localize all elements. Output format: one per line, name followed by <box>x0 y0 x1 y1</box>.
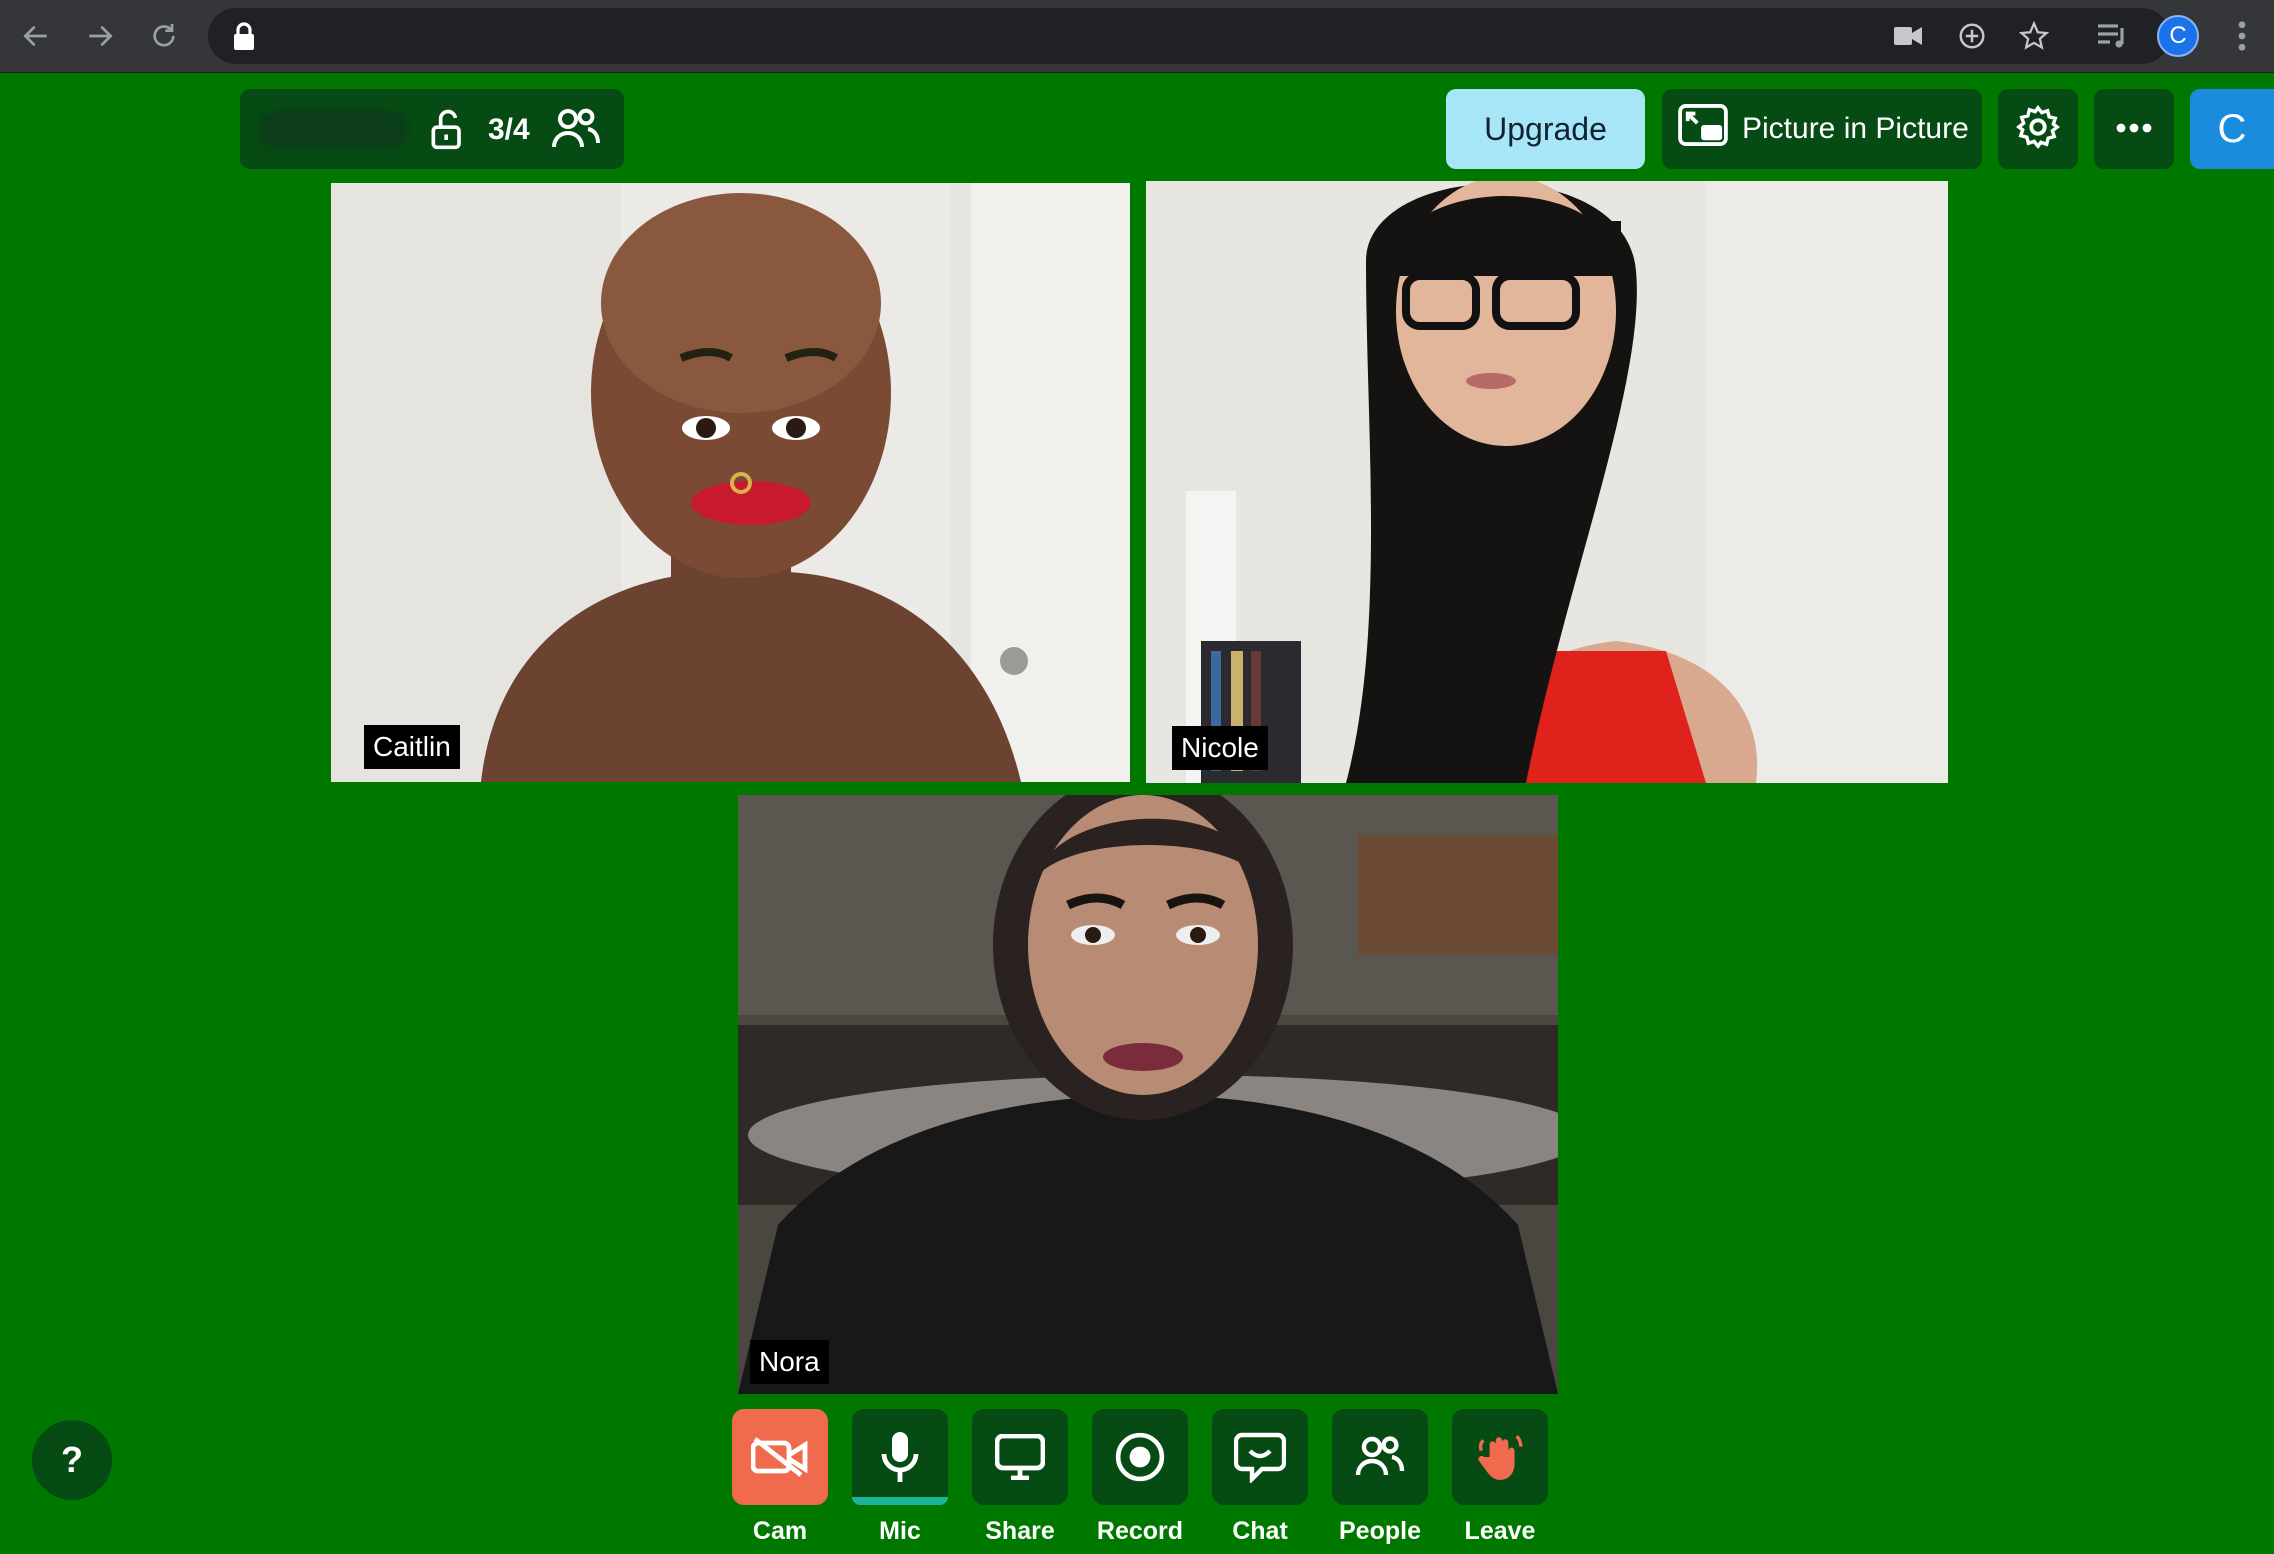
media-icon[interactable] <box>2088 12 2136 60</box>
more-options-button[interactable] <box>2094 89 2174 169</box>
video-tile-nora[interactable]: Nora <box>738 795 1558 1394</box>
address-bar[interactable] <box>208 8 2170 64</box>
cam-control[interactable]: Cam <box>732 1409 828 1546</box>
leave-button[interactable] <box>1452 1409 1548 1505</box>
pip-label: Picture in Picture <box>1742 112 1969 145</box>
video-feed <box>738 795 1558 1394</box>
cam-label: Cam <box>752 1517 808 1545</box>
gear-icon <box>2015 104 2061 155</box>
participant-name: Nicole <box>1172 726 1268 770</box>
record-control[interactable]: Record <box>1092 1409 1188 1546</box>
upgrade-button[interactable]: Upgrade <box>1446 89 1645 169</box>
people-label: People <box>1339 1517 1421 1545</box>
mic-icon <box>881 1432 919 1482</box>
chat-control[interactable]: Chat <box>1212 1409 1308 1546</box>
people-icon <box>1355 1436 1405 1476</box>
user-avatar-button[interactable]: C <box>2190 89 2274 169</box>
more-icon <box>2116 120 2152 138</box>
lock-icon <box>232 22 256 55</box>
pip-icon <box>1678 104 1728 154</box>
picture-in-picture-button[interactable]: Picture in Picture <box>1662 89 1982 169</box>
reload-icon[interactable] <box>140 12 188 60</box>
leave-control[interactable]: Leave <box>1452 1409 1548 1546</box>
room-info[interactable]: 3/4 <box>240 89 624 169</box>
video-tile-nicole[interactable]: Nicole <box>1146 181 1948 783</box>
video-tile-caitlin[interactable]: Caitlin <box>331 183 1130 782</box>
share-control[interactable]: Share <box>972 1409 1068 1546</box>
mic-label: Mic <box>879 1517 921 1545</box>
cam-button[interactable] <box>732 1409 828 1505</box>
chat-icon <box>1234 1432 1286 1483</box>
help-button[interactable]: ? <box>32 1420 112 1500</box>
back-icon[interactable] <box>12 12 60 60</box>
record-icon <box>1115 1432 1165 1482</box>
video-feed <box>331 183 1130 782</box>
leave-label: Leave <box>1464 1517 1536 1545</box>
chat-label: Chat <box>1232 1517 1288 1545</box>
share-button[interactable] <box>972 1409 1068 1505</box>
screen-share-icon <box>995 1434 1045 1480</box>
chat-button[interactable] <box>1212 1409 1308 1505</box>
participant-count: 3/4 <box>488 113 530 146</box>
browser-toolbar: C <box>0 0 2274 73</box>
record-label: Record <box>1096 1517 1184 1545</box>
camera-icon[interactable] <box>1888 20 1928 52</box>
mic-level-bar <box>852 1497 948 1505</box>
people-control[interactable]: People <box>1332 1409 1428 1546</box>
camera-off-icon <box>751 1437 808 1477</box>
people-icon <box>550 105 602 158</box>
menu-icon[interactable] <box>2218 12 2266 60</box>
mic-button[interactable] <box>852 1409 948 1505</box>
room-name-redacted <box>258 111 408 147</box>
share-label: Share <box>985 1517 1055 1545</box>
video-feed <box>1146 181 1948 783</box>
people-button[interactable] <box>1332 1409 1428 1505</box>
profile-avatar[interactable]: C <box>2154 12 2202 60</box>
mic-control[interactable]: Mic <box>852 1409 948 1546</box>
unlocked-icon[interactable] <box>426 107 470 156</box>
participant-name: Caitlin <box>364 725 460 769</box>
star-icon[interactable] <box>2014 20 2054 52</box>
record-button[interactable] <box>1092 1409 1188 1505</box>
forward-icon[interactable] <box>76 12 124 60</box>
wave-hand-icon <box>1478 1434 1523 1480</box>
zoom-icon[interactable] <box>1952 20 1992 52</box>
settings-button[interactable] <box>1998 89 2078 169</box>
participant-name: Nora <box>750 1340 829 1384</box>
